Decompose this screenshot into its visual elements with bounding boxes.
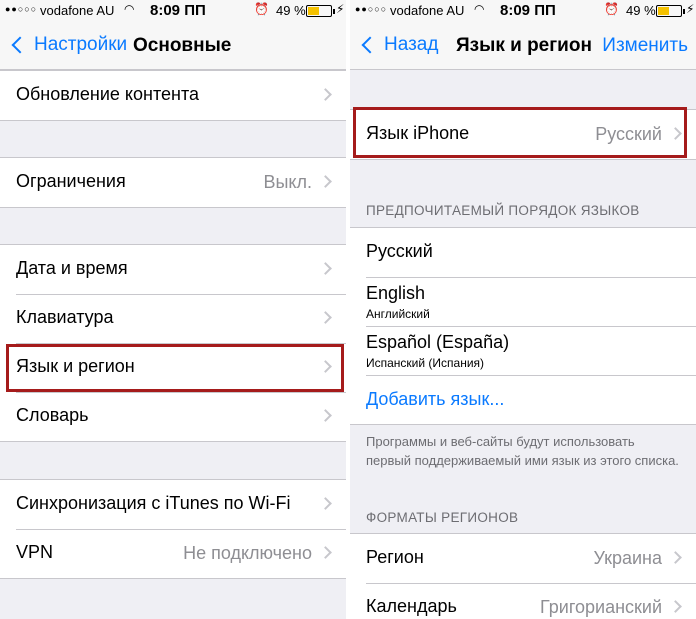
group-locale: Дата и время Клавиатура Язык и регион Сл… <box>0 244 346 442</box>
row-label: Дата и время <box>16 258 128 278</box>
row-value: Не подключено <box>183 543 312 563</box>
row-label: Регион <box>366 547 424 567</box>
row-value: Григорианский <box>540 597 662 617</box>
back-button[interactable]: Настройки <box>8 34 127 56</box>
edit-button[interactable]: Изменить <box>602 35 688 57</box>
status-bar: ●●○○○ vodafone AU ◠ 8:09 ПП ⏰ 49 % ⚡ <box>0 0 346 22</box>
status-bar: ●●○○○ vodafone AU ◠ 8:09 ПП ⏰ 49 % ⚡ <box>350 0 696 22</box>
row-label: Словарь <box>16 405 89 425</box>
battery-percentage: 49 % <box>626 3 656 18</box>
chevron-right-icon <box>319 262 332 275</box>
group-preferred-languages: Русский English Английский Español (Espa… <box>350 227 696 425</box>
chevron-right-icon <box>319 497 332 510</box>
row-label: Синхронизация с iTunes по Wi-Fi <box>16 493 291 513</box>
row-label: Календарь <box>366 596 457 616</box>
chevron-left-icon <box>361 36 379 54</box>
language-name: Español (España) <box>366 332 510 352</box>
group-restrictions: Ограничения Выкл. <box>0 157 346 208</box>
language-item[interactable]: Русский <box>350 228 696 277</box>
language-item[interactable]: English Английский <box>350 277 696 326</box>
preferred-languages-header: ПРЕДПОЧИТАЕМЫЙ ПОРЯДОК ЯЗЫКОВ <box>366 203 640 218</box>
battery-percentage: 49 % <box>276 3 306 18</box>
region-formats-header: ФОРМАТЫ РЕГИОНОВ <box>366 510 519 525</box>
chevron-right-icon <box>319 311 332 324</box>
page-title: Язык и регион <box>456 35 592 56</box>
chevron-right-icon <box>319 88 332 101</box>
row-keyboard[interactable]: Клавиатура <box>0 294 346 343</box>
row-dictionary[interactable]: Словарь <box>0 392 346 441</box>
row-restrictions[interactable]: Ограничения Выкл. <box>0 158 346 207</box>
alarm-icon: ⏰ <box>604 2 619 16</box>
row-label: Ограничения <box>16 171 126 191</box>
charging-bolt-icon: ⚡ <box>686 2 695 16</box>
row-calendar[interactable]: Календарь Григорианский <box>350 583 696 619</box>
signal-strength-icon: ●●○○○ <box>5 4 38 14</box>
highlight-box <box>6 344 344 392</box>
navigation-bar: Назад Язык и регион Изменить <box>350 22 696 70</box>
row-region[interactable]: Регион Украина <box>350 534 696 583</box>
row-label: Обновление контента <box>16 84 200 104</box>
battery-icon <box>656 5 685 17</box>
language-subtitle: Английский <box>366 307 430 321</box>
languages-footer-note: Программы и веб-сайты будут использовать… <box>366 434 679 468</box>
group-update: Обновление контента <box>0 70 346 121</box>
row-date-time[interactable]: Дата и время <box>0 245 346 294</box>
clock: 8:09 ПП <box>500 2 556 19</box>
wifi-icon: ◠ <box>474 2 485 16</box>
navigation-bar: Настройки Основные <box>0 22 346 70</box>
signal-strength-icon: ●●○○○ <box>355 4 388 14</box>
alarm-icon: ⏰ <box>254 2 269 16</box>
back-button-label: Назад <box>384 34 439 55</box>
chevron-right-icon <box>669 551 682 564</box>
clock: 8:09 ПП <box>150 2 206 19</box>
highlight-box <box>353 107 687 158</box>
page-title: Основные <box>133 35 232 56</box>
carrier-label: vodafone AU <box>40 3 115 18</box>
general-settings-screen: ●●○○○ vodafone AU ◠ 8:09 ПП ⏰ 49 % ⚡ Нас… <box>0 0 346 619</box>
group-region-formats: Регион Украина Календарь Григорианский <box>350 533 696 619</box>
row-value: Выкл. <box>263 172 312 192</box>
battery-icon <box>306 5 335 17</box>
row-label: VPN <box>16 542 54 562</box>
chevron-right-icon <box>319 409 332 422</box>
language-item[interactable]: Español (España) Испанский (Испания) <box>350 326 696 375</box>
wifi-icon: ◠ <box>124 2 135 16</box>
add-language-button[interactable]: Добавить язык... <box>366 389 504 410</box>
back-button[interactable]: Назад <box>358 34 438 56</box>
charging-bolt-icon: ⚡ <box>336 2 345 16</box>
carrier-label: vodafone AU <box>390 3 465 18</box>
back-button-label: Настройки <box>34 34 128 55</box>
language-region-screen: ●●○○○ vodafone AU ◠ 8:09 ПП ⏰ 49 % ⚡ Наз… <box>350 0 696 619</box>
language-subtitle: Испанский (Испания) <box>366 356 485 370</box>
row-value: Украина <box>593 548 662 568</box>
chevron-right-icon <box>319 546 332 559</box>
language-name: English <box>366 283 426 303</box>
language-name: Русский <box>366 241 433 261</box>
chevron-left-icon <box>11 36 29 54</box>
add-language-row[interactable]: Добавить язык... <box>350 375 696 424</box>
group-sync: Синхронизация с iTunes по Wi-Fi VPN Не п… <box>0 479 346 579</box>
row-label: Клавиатура <box>16 307 114 327</box>
chevron-right-icon <box>319 175 332 188</box>
row-vpn[interactable]: VPN Не подключено <box>0 529 346 578</box>
row-itunes-wifi-sync[interactable]: Синхронизация с iTunes по Wi-Fi <box>0 480 346 529</box>
chevron-right-icon <box>669 600 682 613</box>
row-content-update[interactable]: Обновление контента <box>0 71 346 120</box>
